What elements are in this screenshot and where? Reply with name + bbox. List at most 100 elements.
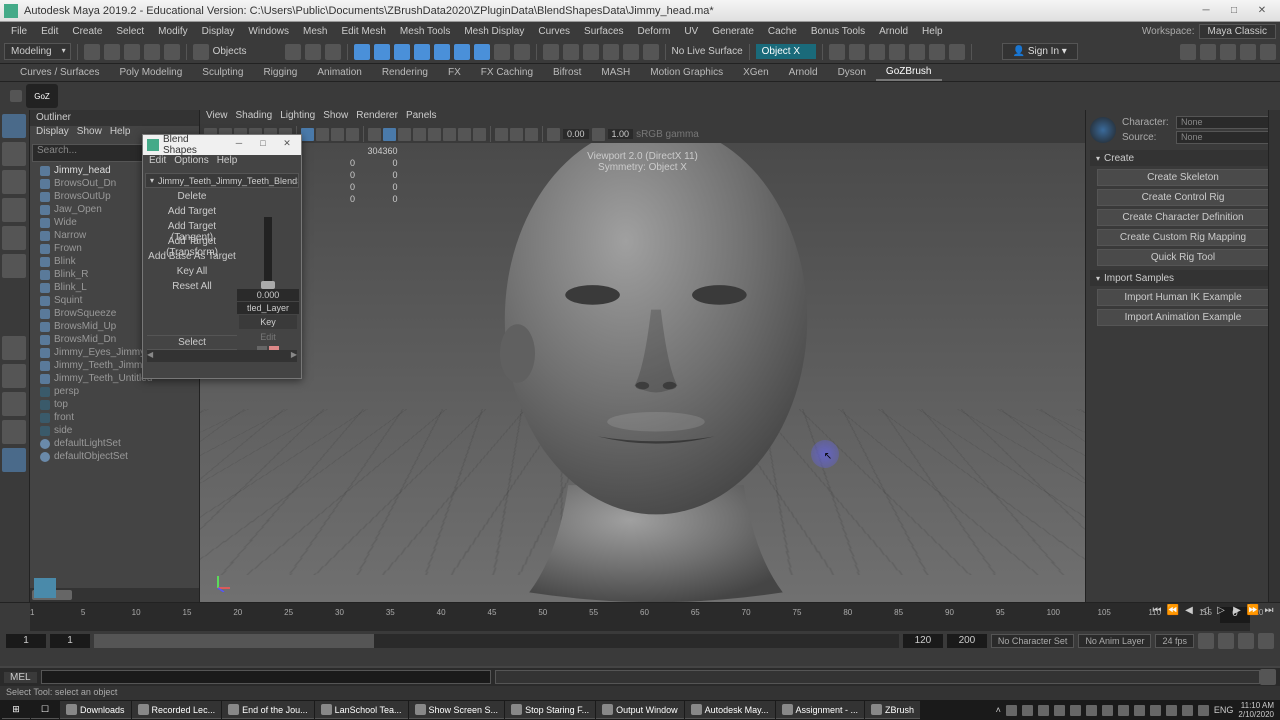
head-mesh[interactable] <box>448 143 864 602</box>
shelf-tab-curves[interactable]: Curves / Surfaces <box>10 65 109 80</box>
bs-menu-edit[interactable]: Edit <box>149 155 166 171</box>
viewport-canvas[interactable]: Viewport 2.0 (DirectX 11) Symmetry: Obje… <box>200 143 1085 602</box>
right-collapsed-tabs[interactable] <box>1268 110 1280 602</box>
taskview-button[interactable]: ☐ <box>31 701 59 719</box>
autokey-icon[interactable] <box>1218 633 1234 649</box>
vp-motionblur-icon[interactable] <box>458 128 471 141</box>
snap2-icon[interactable] <box>563 44 579 60</box>
vp-colorspace[interactable]: sRGB gamma <box>636 129 699 140</box>
modelview-icon[interactable] <box>1180 44 1196 60</box>
lasso-tool-icon[interactable] <box>2 142 26 166</box>
tray-icon[interactable] <box>1022 705 1033 716</box>
shelf-tab-sculpt[interactable]: Sculpting <box>192 65 253 80</box>
outliner-item[interactable]: front <box>32 411 197 424</box>
menu-editmesh[interactable]: Edit Mesh <box>334 26 392 37</box>
menu-generate[interactable]: Generate <box>705 26 761 37</box>
shelf-tab-poly[interactable]: Poly Modeling <box>109 65 192 80</box>
shelf-tab-fx[interactable]: FX <box>438 65 471 80</box>
bs-add-target-transform[interactable]: Add Target (Transform) <box>147 235 237 250</box>
menu-file[interactable]: File <box>4 26 34 37</box>
vp-textured-icon[interactable] <box>398 128 411 141</box>
outliner-item[interactable]: side <box>32 424 197 437</box>
shelf-tab-animation[interactable]: Animation <box>307 65 371 80</box>
tray-icon[interactable] <box>1134 705 1145 716</box>
vp-wireframe-icon[interactable] <box>368 128 381 141</box>
step-back-icon[interactable]: ◀ <box>1182 605 1196 619</box>
toolsettings-icon[interactable] <box>1260 44 1276 60</box>
taskbar-item[interactable]: Show Screen S... <box>409 701 505 719</box>
outliner-menu-display[interactable]: Display <box>36 126 69 142</box>
layout-persp-icon[interactable] <box>2 392 26 416</box>
ipr-icon[interactable] <box>849 44 865 60</box>
menu-deform[interactable]: Deform <box>631 26 678 37</box>
hypershade-icon[interactable] <box>889 44 905 60</box>
shelf-tab-mash[interactable]: MASH <box>591 65 640 80</box>
taskbar-item[interactable]: ZBrush <box>865 701 920 719</box>
animprefs-icon[interactable] <box>1238 633 1254 649</box>
bs-menu-options[interactable]: Options <box>174 155 208 171</box>
create-section-header[interactable]: Create <box>1090 150 1276 166</box>
lightlink-icon[interactable] <box>909 44 925 60</box>
vp-xray-joints-icon[interactable] <box>525 128 538 141</box>
create-controlrig-button[interactable]: Create Control Rig <box>1097 189 1268 206</box>
menu-help[interactable]: Help <box>915 26 950 37</box>
create-skeleton-button[interactable]: Create Skeleton <box>1097 169 1268 186</box>
move-tool-icon[interactable] <box>2 198 26 222</box>
shelf-tab-bifrost[interactable]: Bifrost <box>543 65 591 80</box>
tray-icon[interactable] <box>1166 705 1177 716</box>
vp-ao-icon[interactable] <box>443 128 456 141</box>
fps-dropdown[interactable]: 24 fps <box>1155 634 1194 648</box>
snap5-icon[interactable] <box>623 44 639 60</box>
layout-single-icon[interactable] <box>2 336 26 360</box>
shelf-tab-motion[interactable]: Motion Graphics <box>640 65 733 80</box>
bs-key-button[interactable]: Key <box>239 315 297 329</box>
sel-component-icon[interactable] <box>394 44 410 60</box>
snap-grid-icon[interactable] <box>285 44 301 60</box>
tray-icon[interactable] <box>1054 705 1065 716</box>
channelbox-icon[interactable] <box>1220 44 1236 60</box>
panel-shading[interactable]: Shading <box>236 110 273 125</box>
blendshapes-titlebar[interactable]: Blend Shapes ─ □ ✕ <box>143 135 301 155</box>
bs-add-base[interactable]: Add Base As Target <box>147 250 237 265</box>
menu-cache[interactable]: Cache <box>761 26 804 37</box>
command-input[interactable] <box>41 670 491 684</box>
paint-tool-icon[interactable] <box>2 170 26 194</box>
shelf-toggle-icon[interactable] <box>10 90 22 102</box>
vp-gamma-value[interactable]: 1.00 <box>608 129 634 139</box>
vp-shadows-icon[interactable] <box>428 128 441 141</box>
layout-outliner-icon[interactable] <box>2 420 26 444</box>
scale-tool-icon[interactable] <box>2 254 26 278</box>
blendshapes-window[interactable]: Blend Shapes ─ □ ✕ Edit Options Help Jim… <box>142 134 302 379</box>
menu-curves[interactable]: Curves <box>531 26 577 37</box>
open-scene-icon[interactable] <box>104 44 120 60</box>
time-slider[interactable]: 1510152025303540455055606570758085909510… <box>30 603 1250 631</box>
taskbar-clock[interactable]: 11:10 AM 2/10/2020 <box>1238 701 1274 719</box>
taskbar-item[interactable]: Stop Staring F... <box>505 701 595 719</box>
menu-display[interactable]: Display <box>195 26 242 37</box>
vp-film-gate-icon[interactable] <box>316 128 329 141</box>
tray-volume-icon[interactable] <box>1198 705 1209 716</box>
vp-gate-mask-icon[interactable] <box>346 128 359 141</box>
quick-rig-button[interactable]: Quick Rig Tool <box>1097 249 1268 266</box>
setkey-icon[interactable] <box>1258 633 1274 649</box>
go-start-icon[interactable]: ⏮ <box>1150 605 1164 619</box>
lock-icon[interactable] <box>494 44 510 60</box>
panel-lighting[interactable]: Lighting <box>280 110 315 125</box>
sel-vertex-icon[interactable] <box>414 44 430 60</box>
range-start-inner[interactable]: 1 <box>50 634 90 648</box>
source-dropdown[interactable]: None <box>1176 131 1276 144</box>
menu-arnold[interactable]: Arnold <box>872 26 915 37</box>
go-end-icon[interactable]: ⏭ <box>1262 605 1276 619</box>
outliner-menu-help[interactable]: Help <box>110 126 131 142</box>
tray-icon[interactable] <box>1102 705 1113 716</box>
vp-xray-icon[interactable] <box>510 128 523 141</box>
menu-mesh[interactable]: Mesh <box>296 26 334 37</box>
panel-view[interactable]: View <box>206 110 228 125</box>
vp-exposure-value[interactable]: 0.00 <box>563 129 589 139</box>
create-rigmapping-button[interactable]: Create Custom Rig Mapping <box>1097 229 1268 246</box>
range-start-outer[interactable]: 1 <box>6 634 46 648</box>
tray-icon[interactable] <box>1038 705 1049 716</box>
import-humanik-button[interactable]: Import Human IK Example <box>1097 289 1268 306</box>
sel-uv-icon[interactable] <box>474 44 490 60</box>
bs-target-slider[interactable] <box>264 217 272 287</box>
